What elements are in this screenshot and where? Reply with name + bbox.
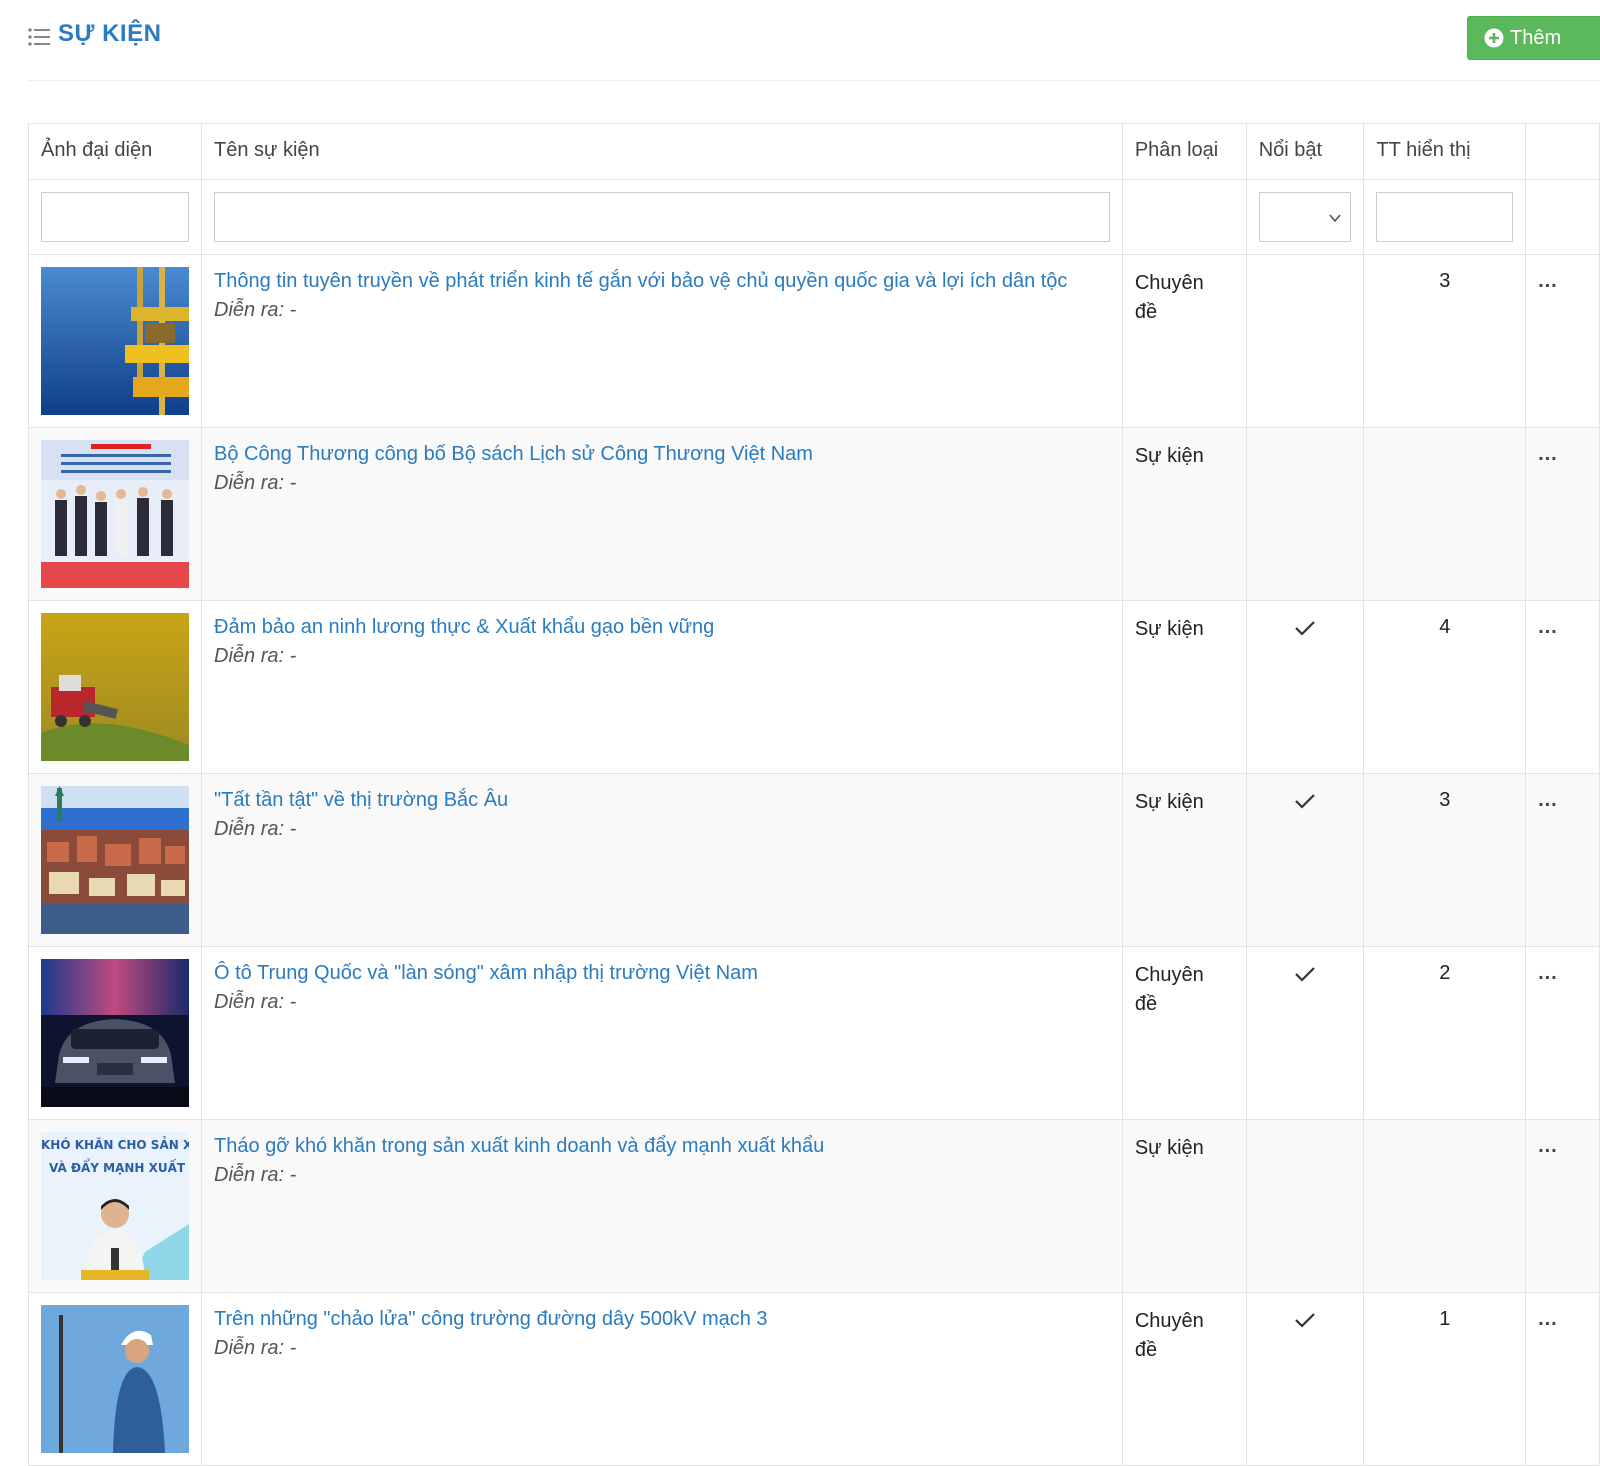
category-label: Sự kiện bbox=[1134, 618, 1204, 640]
table-row: Trên những "chảo lửa" công trường đường … bbox=[28, 1292, 1600, 1466]
featured-cell bbox=[1245, 1119, 1365, 1293]
category-label: Sự kiện bbox=[1134, 1137, 1204, 1159]
car-image[interactable] bbox=[41, 959, 189, 1107]
plus-circle-icon bbox=[1484, 28, 1504, 48]
event-title-link[interactable]: Đảm bảo an ninh lương thực & Xuất khẩu g… bbox=[214, 613, 1110, 641]
column-header-featured[interactable]: Nổi bật bbox=[1245, 123, 1365, 180]
table-row: Đảm bảo an ninh lương thực & Xuất khẩu g… bbox=[28, 600, 1600, 774]
event-title-link[interactable]: Trên những "chảo lửa" công trường đường … bbox=[214, 1305, 1110, 1333]
display-order: 2 bbox=[1439, 962, 1451, 984]
speaker-image[interactable]: KHÓ KHĂN CHO SẢN XI VÀ ĐẨY MẠNH XUẤT bbox=[41, 1132, 189, 1280]
page-title: SỰ KIỆN bbox=[58, 20, 162, 47]
category-label: Sự kiện bbox=[1134, 445, 1204, 467]
row-actions-button[interactable]: ... bbox=[1538, 267, 1587, 291]
display-order: 4 bbox=[1439, 616, 1451, 638]
featured-filter-select[interactable] bbox=[1258, 192, 1352, 242]
table-row: Bộ Công Thương công bố Bộ sách Lịch sử C… bbox=[28, 427, 1600, 601]
city-image[interactable] bbox=[41, 786, 189, 934]
row-actions-button[interactable]: ... bbox=[1538, 440, 1587, 464]
add-button-label: Thêm bbox=[1510, 26, 1562, 49]
check-icon bbox=[1295, 794, 1315, 809]
featured-cell bbox=[1245, 1292, 1365, 1466]
name-filter-input[interactable] bbox=[214, 192, 1110, 242]
column-header-thumbnail[interactable]: Ảnh đại diện bbox=[28, 123, 202, 180]
category-label: Chuyên đề bbox=[1134, 1310, 1204, 1361]
column-header-category[interactable]: Phân loại bbox=[1121, 123, 1247, 180]
display-order: 3 bbox=[1439, 270, 1451, 292]
event-time: Diễn ra: - bbox=[214, 645, 297, 667]
event-title-link[interactable]: Ô tô Trung Quốc và "làn sóng" xâm nhập t… bbox=[214, 959, 1110, 987]
chevron-down-icon bbox=[1329, 214, 1342, 223]
event-title-link[interactable]: Bộ Công Thương công bố Bộ sách Lịch sử C… bbox=[214, 440, 1110, 468]
category-label: Sự kiện bbox=[1134, 791, 1204, 813]
row-actions-button[interactable]: ... bbox=[1538, 959, 1587, 983]
event-title-link[interactable]: "Tất tần tật" về thị trường Bắc Âu bbox=[214, 786, 1110, 814]
category-label: Chuyên đề bbox=[1134, 272, 1204, 323]
worker-image[interactable] bbox=[41, 1305, 189, 1453]
event-title-link[interactable]: Tháo gỡ khó khăn trong sản xuất kinh doa… bbox=[214, 1132, 1110, 1160]
table-row: "Tất tần tật" về thị trường Bắc Âu Diễn … bbox=[28, 773, 1600, 947]
event-time: Diễn ra: - bbox=[214, 299, 297, 321]
column-header-order[interactable]: TT hiển thị bbox=[1363, 123, 1527, 180]
category-label: Chuyên đề bbox=[1134, 964, 1204, 1015]
featured-cell bbox=[1245, 600, 1365, 774]
check-icon bbox=[1295, 621, 1315, 636]
featured-cell bbox=[1245, 773, 1365, 947]
event-time: Diễn ra: - bbox=[214, 472, 297, 494]
featured-cell bbox=[1245, 946, 1365, 1120]
filter-row bbox=[28, 179, 1600, 255]
order-filter-input[interactable] bbox=[1376, 192, 1514, 242]
row-actions-button[interactable]: ... bbox=[1538, 786, 1587, 810]
table-row: Thông tin tuyên truyền về phát triển kin… bbox=[28, 254, 1600, 428]
events-table: Ảnh đại diện Tên sự kiện Phân loại Nổi b… bbox=[28, 123, 1600, 1466]
page-header: SỰ KIỆN bbox=[28, 0, 1600, 81]
featured-cell bbox=[1245, 427, 1365, 601]
row-actions-button[interactable]: ... bbox=[1538, 613, 1587, 637]
table-row: KHÓ KHĂN CHO SẢN XI VÀ ĐẨY MẠNH XUẤT Thá… bbox=[28, 1119, 1600, 1293]
event-time: Diễn ra: - bbox=[214, 1337, 297, 1359]
thumbnail-filter-input[interactable] bbox=[41, 192, 189, 242]
list-icon bbox=[28, 28, 50, 46]
rice-field-image[interactable] bbox=[41, 613, 189, 761]
table-row: Ô tô Trung Quốc và "làn sóng" xâm nhập t… bbox=[28, 946, 1600, 1120]
check-icon bbox=[1295, 1313, 1315, 1328]
display-order: 1 bbox=[1439, 1308, 1451, 1330]
header-row: Ảnh đại diện Tên sự kiện Phân loại Nổi b… bbox=[28, 123, 1600, 180]
display-order: 3 bbox=[1439, 789, 1451, 811]
offshore-rig-image[interactable] bbox=[41, 267, 189, 415]
ceremony-image[interactable] bbox=[41, 440, 189, 588]
event-time: Diễn ra: - bbox=[214, 1164, 297, 1186]
thumb-text-line1: KHÓ KHĂN CHO SẢN XI bbox=[41, 1136, 189, 1152]
row-actions-button[interactable]: ... bbox=[1538, 1132, 1587, 1156]
featured-cell bbox=[1245, 254, 1365, 428]
add-button[interactable]: Thêm bbox=[1467, 16, 1600, 60]
event-time: Diễn ra: - bbox=[214, 818, 297, 840]
check-icon bbox=[1295, 967, 1315, 982]
event-time: Diễn ra: - bbox=[214, 991, 297, 1013]
column-header-name[interactable]: Tên sự kiện bbox=[201, 123, 1123, 180]
thumb-text-line2: VÀ ĐẨY MẠNH XUẤT bbox=[49, 1158, 186, 1175]
row-actions-button[interactable]: ... bbox=[1538, 1305, 1587, 1329]
column-header-actions bbox=[1525, 123, 1600, 180]
event-title-link[interactable]: Thông tin tuyên truyền về phát triển kin… bbox=[214, 267, 1110, 295]
